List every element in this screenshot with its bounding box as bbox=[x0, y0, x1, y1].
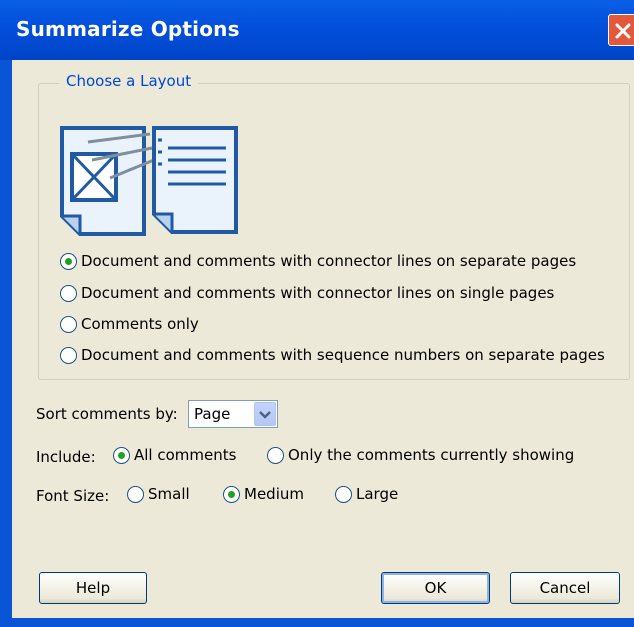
include-label: Include: bbox=[36, 448, 96, 466]
font-size-small[interactable]: Small bbox=[127, 485, 190, 503]
radio-button[interactable] bbox=[267, 446, 284, 464]
layout-option-sequence-numbers[interactable]: Document and comments with sequence numb… bbox=[60, 346, 605, 364]
layout-group-legend: Choose a Layout bbox=[59, 72, 199, 90]
window-bottom-border bbox=[0, 618, 634, 627]
summarize-options-dialog: Summarize Options Choose a Layout Docume… bbox=[0, 0, 634, 627]
include-showing-comments[interactable]: Only the comments currently showing bbox=[267, 446, 574, 464]
ok-button[interactable]: OK bbox=[381, 572, 490, 604]
cancel-button[interactable]: Cancel bbox=[510, 572, 620, 604]
layout-preview-icons bbox=[60, 126, 238, 236]
title-bar: Summarize Options bbox=[0, 0, 634, 60]
font-size-option-label: Small bbox=[148, 485, 190, 503]
radio-button[interactable] bbox=[223, 485, 240, 503]
include-all-comments[interactable]: All comments bbox=[113, 446, 236, 464]
radio-button[interactable] bbox=[60, 284, 77, 302]
radio-button[interactable] bbox=[113, 446, 130, 464]
help-button[interactable]: Help bbox=[39, 572, 147, 604]
radio-button[interactable] bbox=[127, 485, 144, 503]
layout-option-comments-only[interactable]: Comments only bbox=[60, 315, 199, 333]
font-size-label: Font Size: bbox=[36, 487, 110, 505]
include-option-label: All comments bbox=[134, 446, 237, 464]
layout-option-label: Document and comments with connector lin… bbox=[81, 284, 555, 302]
radio-button[interactable] bbox=[335, 485, 352, 503]
dialog-body: Choose a Layout Document and comments wi… bbox=[12, 60, 634, 618]
comments-list-page-icon bbox=[152, 126, 238, 234]
sort-select[interactable]: Page bbox=[188, 400, 278, 428]
font-size-large[interactable]: Large bbox=[335, 485, 398, 503]
radio-button[interactable] bbox=[60, 252, 77, 270]
layout-option-single-pages[interactable]: Document and comments with connector lin… bbox=[60, 284, 554, 302]
close-button[interactable] bbox=[608, 14, 634, 46]
layout-option-separate-pages[interactable]: Document and comments with connector lin… bbox=[60, 252, 576, 270]
sort-dropdown-button[interactable] bbox=[254, 402, 276, 426]
radio-button[interactable] bbox=[60, 315, 77, 333]
radio-button[interactable] bbox=[60, 346, 77, 364]
include-option-label: Only the comments currently showing bbox=[288, 446, 575, 464]
font-size-medium[interactable]: Medium bbox=[223, 485, 304, 503]
sort-select-value: Page bbox=[194, 405, 231, 423]
font-size-option-label: Large bbox=[356, 485, 399, 503]
layout-option-label: Comments only bbox=[81, 315, 199, 333]
layout-option-label: Document and comments with connector lin… bbox=[81, 252, 577, 270]
chevron-down-icon bbox=[259, 411, 271, 419]
close-icon bbox=[615, 23, 631, 39]
dialog-title: Summarize Options bbox=[16, 17, 240, 41]
font-size-option-label: Medium bbox=[244, 485, 304, 503]
sort-label: Sort comments by: bbox=[36, 405, 178, 423]
document-with-connector-lines-icon bbox=[60, 126, 155, 236]
layout-option-label: Document and comments with sequence numb… bbox=[81, 346, 605, 364]
